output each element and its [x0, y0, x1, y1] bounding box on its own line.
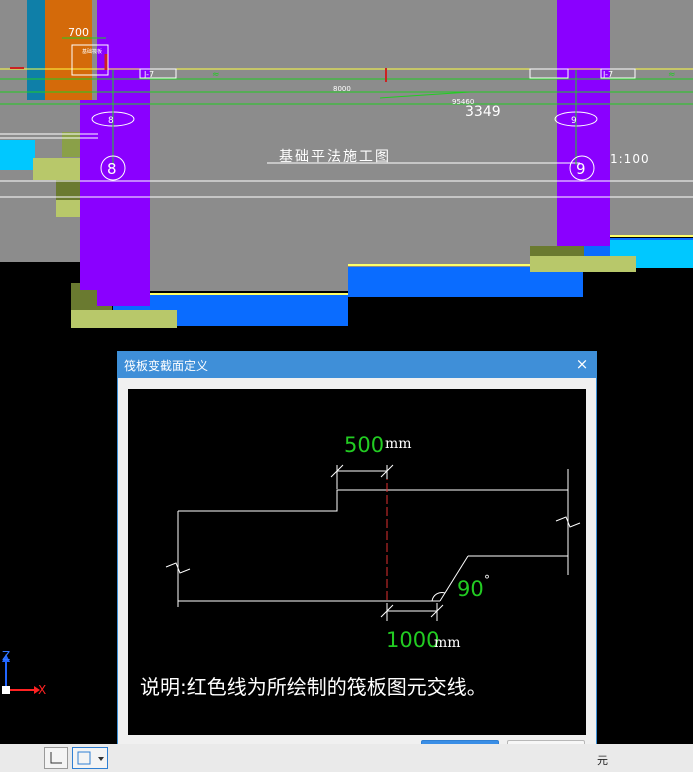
close-icon[interactable]: × [574, 355, 590, 373]
axis-x-label: X [38, 683, 47, 697]
status-tail-text: 元 [597, 754, 608, 767]
foundation-strip [0, 140, 35, 170]
dim-500-line [330, 464, 394, 489]
label-j7-right: J-7 [602, 70, 613, 79]
left-strip-teal [27, 0, 45, 100]
dim-8000: 8000 [333, 85, 351, 93]
angle-value: 90 [457, 577, 484, 601]
select-box-icon [77, 751, 104, 765]
scale-mark-right: ≈ [668, 70, 676, 80]
scale-mark-left: ≈ [212, 70, 220, 80]
section-diagram: 500 mm 1000 mm 90 ° 说明:红色线为所绘制的筏板图元交线。 [140, 433, 581, 699]
axis-bubble-8-text: 8 [108, 116, 114, 126]
dim-700: 700 [68, 26, 89, 39]
dialog-titlebar[interactable]: 筏板变截面定义 × [118, 352, 596, 378]
axis-8-label: 8 [107, 160, 117, 178]
drawing-title: 基础平法施工图 [279, 148, 391, 165]
drawing-scale: 1:100 [610, 152, 650, 166]
dialog-title: 筏板变截面定义 [124, 359, 209, 373]
tag-text: 基础筏板 [82, 48, 102, 55]
dim-1000-value: 1000 [386, 628, 439, 652]
section-preview: 500 mm 1000 mm 90 ° 说明:红色线为所绘制的筏板图元交线。 [128, 389, 586, 735]
column-8-lower [80, 100, 98, 290]
axis-9-label: 9 [576, 160, 586, 178]
dim-3349: 3349 [465, 104, 501, 120]
dim-500-value: 500 [344, 433, 384, 457]
dim-1000-line [380, 603, 444, 621]
ortho-toggle-button[interactable] [44, 747, 68, 769]
axis-z-label: Z [2, 649, 11, 663]
status-bar: 元 [0, 744, 693, 772]
select-mode-dropdown[interactable] [72, 747, 108, 769]
dim-500-unit: mm [385, 436, 412, 452]
angle-unit: ° [484, 573, 490, 587]
slab-outline [165, 469, 581, 607]
dialog-note: 说明:红色线为所绘制的筏板图元交线。 [140, 675, 487, 699]
section-definition-dialog: 筏板变截面定义 × 500 mm 1000 mm 90 ° 说明:红色线为所绘制… [117, 351, 597, 772]
ortho-icon [50, 752, 62, 764]
label-j7-left: J-7 [143, 70, 154, 79]
axis-bubble-9-text: 9 [571, 116, 577, 126]
dim-1000-unit: mm [434, 635, 461, 651]
column-8 [97, 0, 150, 306]
